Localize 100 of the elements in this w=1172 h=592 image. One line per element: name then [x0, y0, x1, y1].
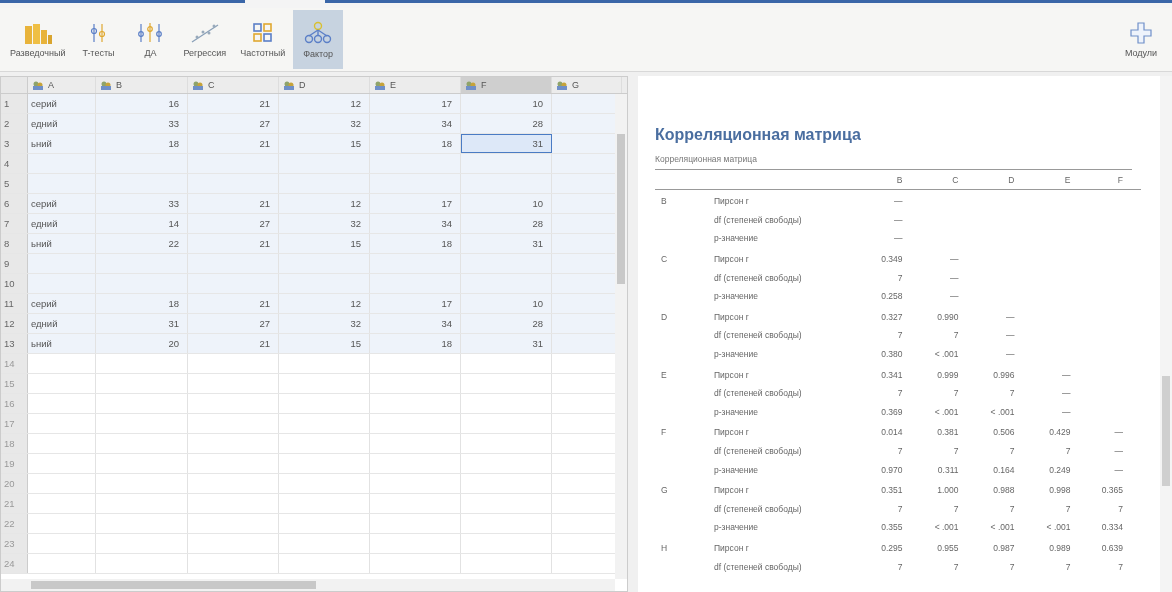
table-cell: 0.988 [993, 485, 1015, 496]
table-cell: 34 [370, 214, 461, 233]
statistic-label: df (степеней свободы) [714, 446, 802, 456]
modules-button[interactable]: Модули [1116, 10, 1166, 69]
table-cell: 12 [279, 94, 370, 113]
table-cell: 0.987 [993, 543, 1015, 553]
table-cell: — [1006, 311, 1015, 322]
row-number: 23 [1, 534, 28, 553]
table-cell: 18 [370, 234, 461, 253]
statistic-label: df (степеней свободы) [714, 214, 802, 225]
variable-name: C [661, 254, 668, 265]
column-header: D [1008, 174, 1015, 185]
table-cell: — [1114, 427, 1123, 438]
statistic-label: p-значение [714, 522, 758, 533]
column-header[interactable]: G [552, 77, 622, 93]
table-cell: 7 [897, 388, 903, 399]
table-cell: 0.989 [1049, 543, 1071, 553]
table-cell: 31 [461, 134, 552, 153]
table-cell: — [1061, 388, 1071, 399]
statistic-label: p-значение [714, 464, 758, 475]
analysis-button[interactable]: Частотный [234, 10, 292, 69]
table-cell: 27 [188, 214, 279, 233]
table-caption: Корреляционная матрица [655, 150, 1132, 170]
vertical-scrollbar[interactable] [1160, 76, 1172, 592]
table-cell: 32 [279, 214, 370, 233]
table-cell: — [1006, 349, 1015, 360]
row-number: 22 [1, 514, 28, 533]
table-cell: 7 [1065, 503, 1071, 514]
statistic-label: df (степеней свободы) [714, 388, 802, 399]
table-cell: — [894, 214, 903, 225]
statistic-label: Пирсон r [714, 427, 749, 438]
row-number: 21 [1, 494, 28, 513]
column-header[interactable]: F [461, 77, 552, 93]
table-cell: 7 [1009, 388, 1015, 399]
row-number: 8 [1, 234, 28, 253]
analysis-button[interactable]: Фактор [293, 10, 344, 69]
analysis-button[interactable]: T-тесты [73, 10, 124, 69]
table-cell: 0.258 [881, 291, 903, 302]
table-cell: 1.000 [937, 485, 959, 496]
table-cell: — [1114, 446, 1123, 456]
statistic-label: Пирсон r [714, 369, 749, 380]
table-cell: 7 [897, 272, 903, 283]
table-cell: 17 [370, 194, 461, 213]
column-header[interactable]: C [188, 77, 279, 93]
variable-name: F [661, 427, 667, 438]
table-cell: — [950, 291, 959, 302]
grid-squares-icon [251, 21, 274, 44]
table-cell: 12 [279, 294, 370, 313]
column-header[interactable]: A [28, 77, 96, 93]
analysis-button[interactable]: Разведочный [4, 10, 72, 69]
row-number: 9 [1, 254, 28, 273]
table-cell: 31 [96, 314, 188, 333]
statistic-label: Пирсон r [714, 254, 749, 265]
table-cell: 7 [953, 330, 959, 341]
statistic-label: Пирсон r [714, 485, 749, 496]
variable-icon [32, 80, 44, 90]
variable-name: H [661, 543, 668, 553]
row-number: 2 [1, 114, 28, 133]
variable-icon [465, 80, 477, 90]
anova-icon [136, 21, 165, 44]
table-cell: 0.955 [937, 543, 959, 553]
table-cell: 7 [953, 388, 959, 399]
table-cell: 0.369 [881, 406, 903, 417]
row-number: 1 [1, 94, 28, 113]
table-cell: 0.996 [993, 369, 1015, 380]
table-cell: 21 [188, 94, 279, 113]
column-header[interactable]: D [279, 77, 370, 93]
row-number: 14 [1, 354, 28, 373]
grid-corner[interactable] [1, 77, 28, 93]
analysis-button[interactable]: Регрессия [177, 10, 233, 69]
table-cell: 21 [188, 294, 279, 313]
table-cell: < .001 [1046, 522, 1071, 533]
column-header[interactable]: B [96, 77, 188, 93]
statistic-label: df (степеней свободы) [714, 272, 802, 283]
analysis-button[interactable]: ДА [125, 10, 176, 69]
row-number: 4 [1, 154, 28, 173]
column-name: F [481, 80, 487, 90]
row-number: 12 [1, 314, 28, 333]
horizontal-scrollbar[interactable] [1, 579, 615, 591]
row-number: 11 [1, 294, 28, 313]
table-cell: 7 [953, 503, 959, 514]
table-cell: 0.334 [1101, 522, 1123, 533]
table-cell: 27 [188, 114, 279, 133]
table-cell: < .001 [934, 522, 959, 533]
column-header: C [952, 174, 959, 185]
column-header: B [896, 174, 903, 185]
table-cell: 10 [461, 94, 552, 113]
table-cell: 22 [96, 234, 188, 253]
table-cell: 7 [1118, 561, 1123, 572]
variable-icon [374, 80, 386, 90]
table-cell: 34 [370, 314, 461, 333]
table-cell: серий [28, 94, 96, 113]
row-number: 13 [1, 334, 28, 353]
table-cell: ьний [28, 334, 96, 353]
table-cell: 10 [461, 294, 552, 313]
vertical-scrollbar[interactable] [615, 94, 627, 579]
statistic-label: p-значение [714, 406, 758, 417]
table-cell: 0.381 [937, 427, 959, 438]
table-cell: серий [28, 294, 96, 313]
statistic-label: p-значение [714, 349, 758, 360]
